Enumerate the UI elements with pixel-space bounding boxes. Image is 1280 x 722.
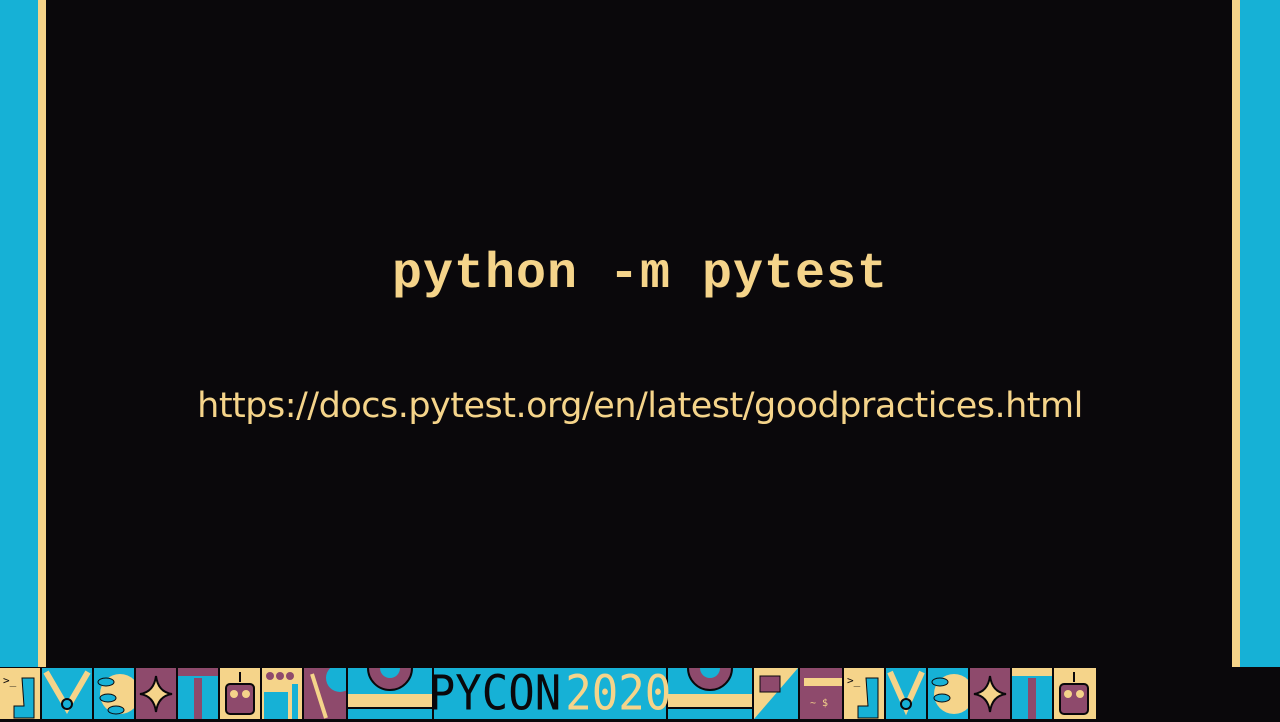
snake-terminal-icon: >_ xyxy=(844,668,886,719)
right-border-strip xyxy=(1232,0,1240,667)
star-icon xyxy=(970,668,1012,719)
robot-icon xyxy=(220,668,262,719)
star-icon xyxy=(136,668,178,719)
wrench-icon xyxy=(304,668,348,719)
svg-text:>_: >_ xyxy=(847,674,861,687)
slide-canvas xyxy=(46,0,1232,667)
leaf-icon xyxy=(94,668,136,719)
robot-icon xyxy=(1054,668,1096,719)
leaf-icon xyxy=(928,668,970,719)
v-shape-icon xyxy=(42,668,94,719)
svg-text:>_: >_ xyxy=(3,674,17,687)
snake-terminal-icon: >_ xyxy=(0,668,42,719)
building-icon xyxy=(754,668,800,719)
bridge-icon xyxy=(348,668,434,719)
logo-year: 2020 xyxy=(565,665,672,722)
towers-icon xyxy=(1012,668,1054,719)
pycon-2020-logo: PYCON 2020 xyxy=(429,665,672,722)
bridge-icon xyxy=(668,668,754,719)
pycon-banner: >_ PYCON 2020 ~ $ >_ xyxy=(0,665,1280,722)
logo-word: PYCON xyxy=(428,665,562,722)
docs-link[interactable]: https://docs.pytest.org/en/latest/goodpr… xyxy=(0,386,1280,426)
command-text: python -m pytest xyxy=(391,246,889,303)
circuit-icon xyxy=(262,668,304,719)
left-border-strip xyxy=(38,0,46,667)
terminal-window-icon: ~ $ xyxy=(800,668,844,719)
svg-text:~ $: ~ $ xyxy=(810,698,828,709)
right-border xyxy=(1240,0,1280,667)
towers-icon xyxy=(178,668,220,719)
v-shape-icon xyxy=(886,668,928,719)
left-border xyxy=(0,0,38,667)
